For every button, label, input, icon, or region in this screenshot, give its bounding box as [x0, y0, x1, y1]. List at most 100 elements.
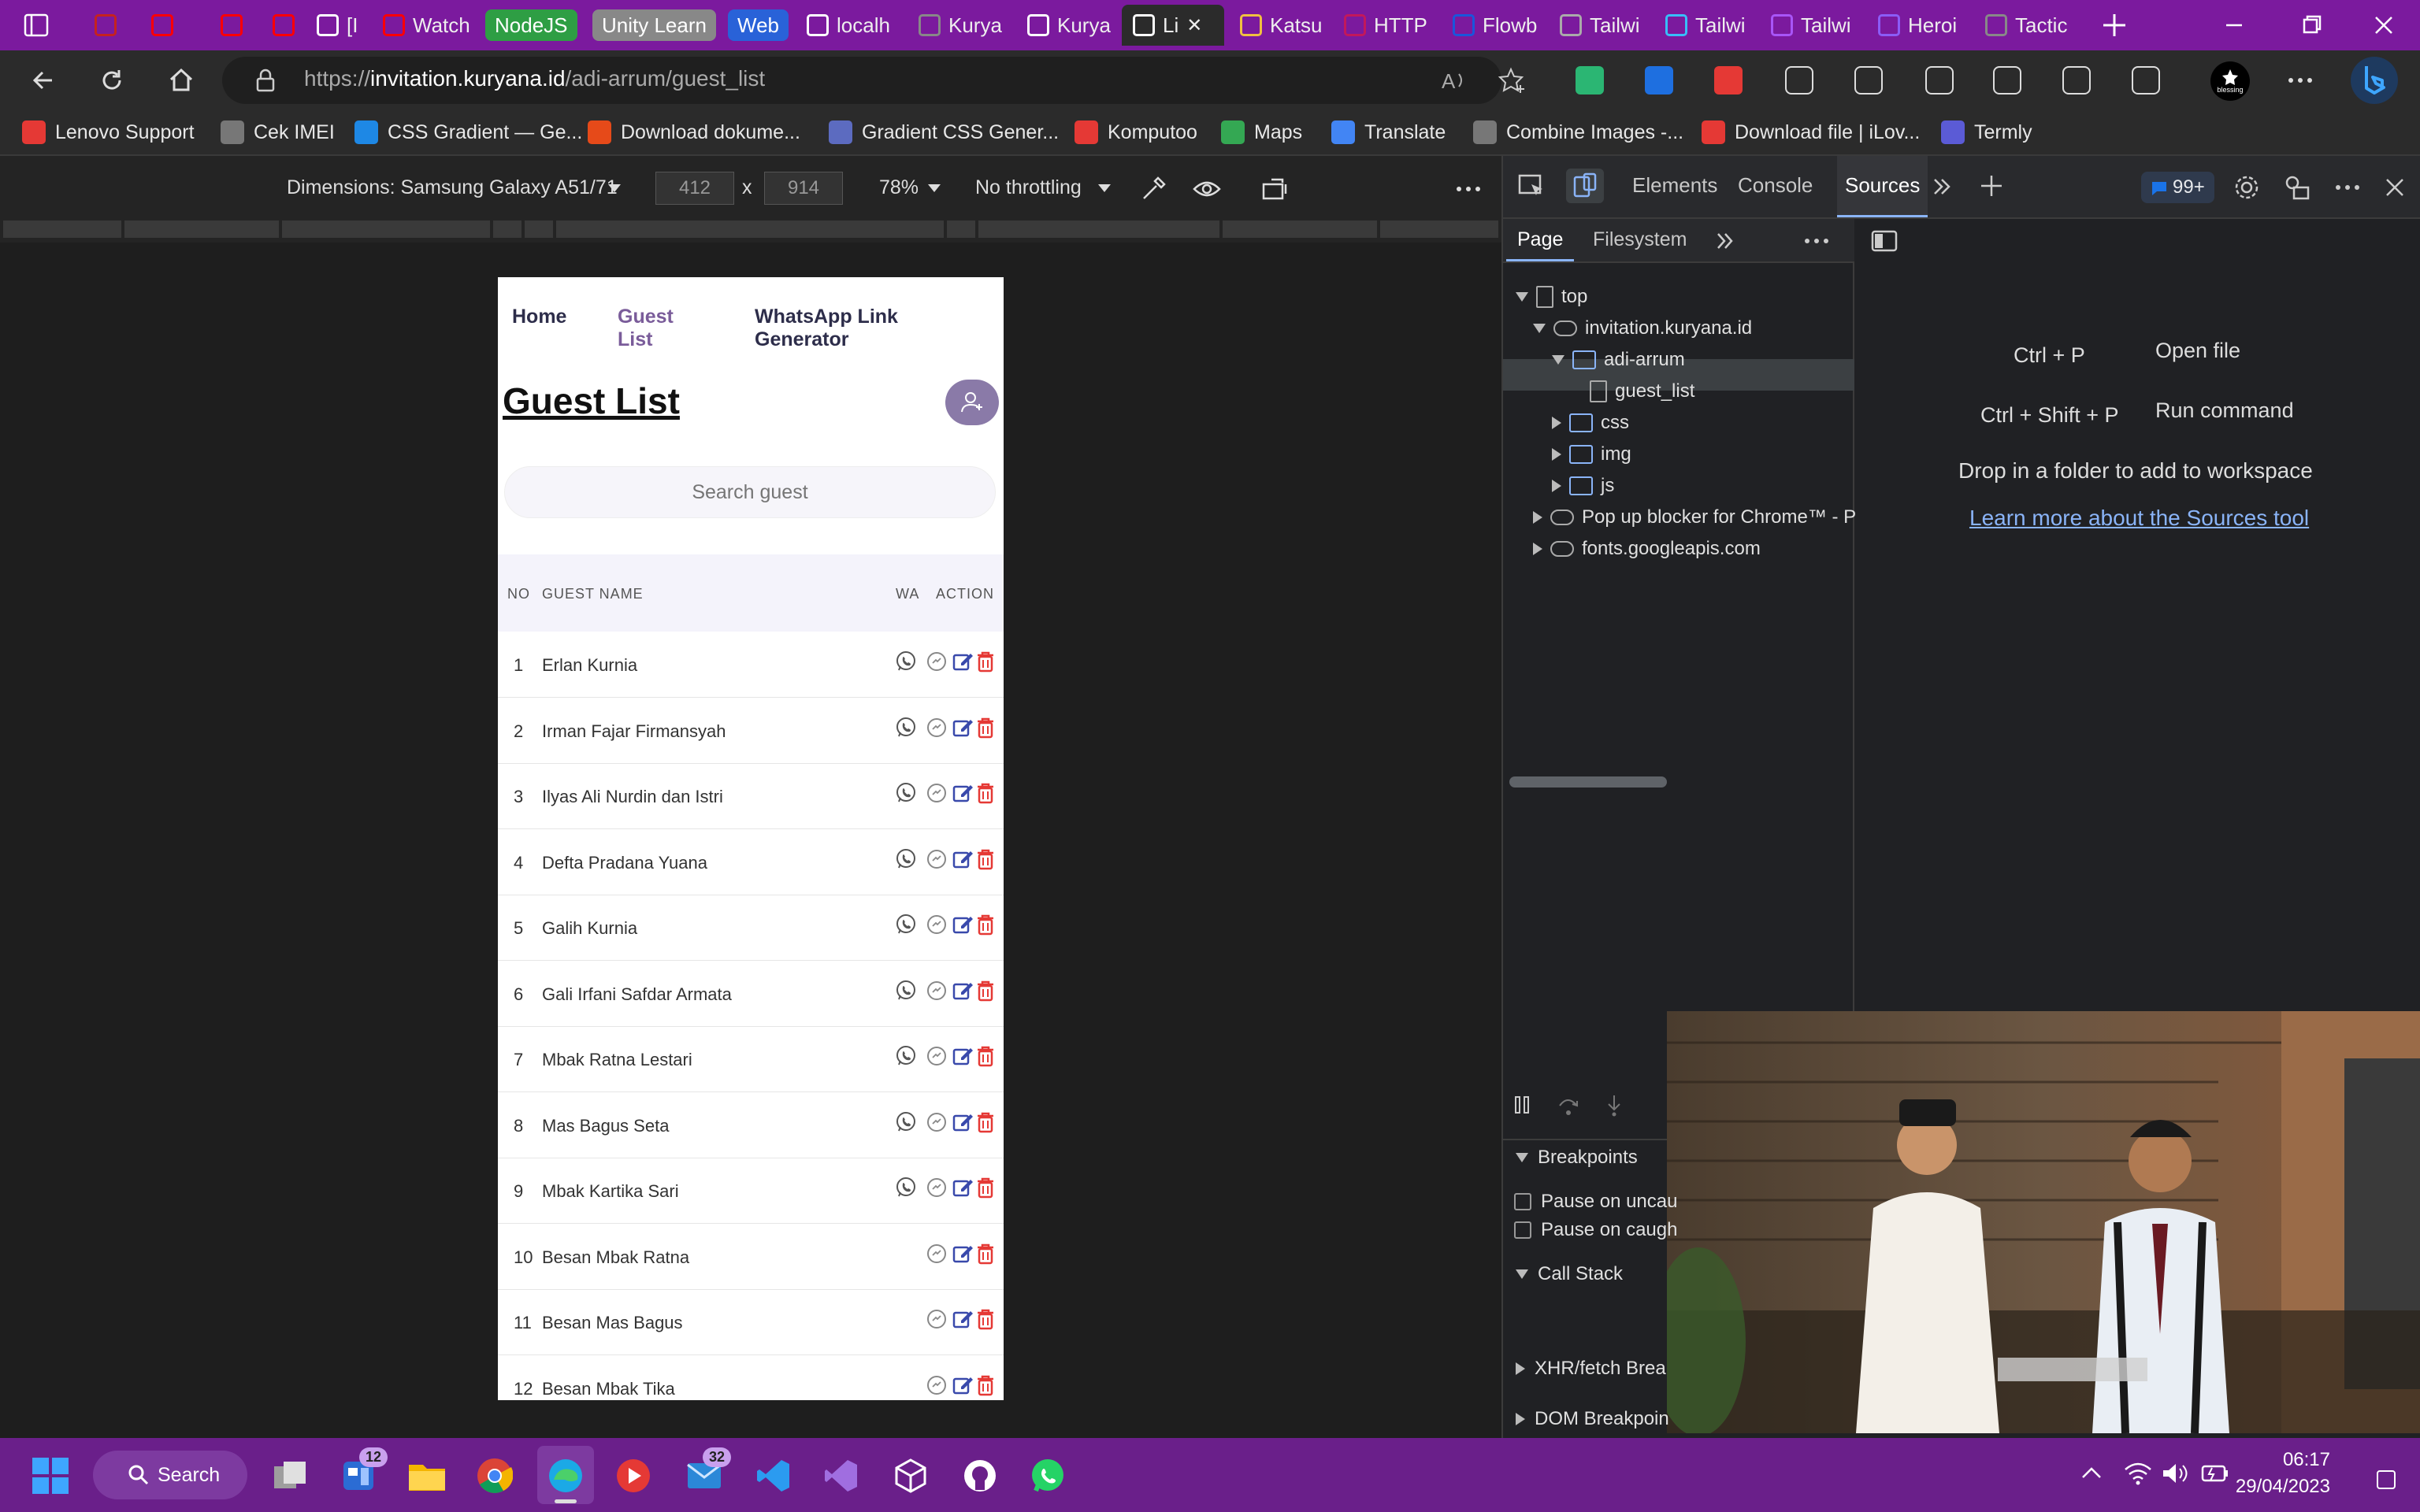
- more-tabs-icon[interactable]: [1930, 175, 1954, 198]
- browser-tab[interactable]: Heroi: [1867, 5, 1969, 46]
- taskbar-search-box[interactable]: Search: [93, 1451, 247, 1499]
- eyedropper-icon[interactable]: [1138, 173, 1169, 205]
- whatsapp-icon[interactable]: [1026, 1454, 1070, 1498]
- performance-icon[interactable]: [2132, 66, 2160, 94]
- browser-tab[interactable]: Kurya: [1016, 5, 1119, 46]
- edit-icon[interactable]: [952, 717, 974, 739]
- bookmark-item[interactable]: Komputoo: [1075, 118, 1197, 146]
- collapsed-arrow-icon[interactable]: [1552, 448, 1561, 461]
- browser-tab[interactable]: [140, 5, 184, 46]
- close-window-icon[interactable]: [2370, 11, 2398, 39]
- device-selector[interactable]: Dimensions: Samsung Galaxy A51/71: [287, 176, 618, 199]
- copy-link-icon[interactable]: [926, 1111, 947, 1133]
- delete-icon[interactable]: [975, 980, 996, 1002]
- width-input[interactable]: 412: [655, 172, 734, 205]
- inspect-element-icon[interactable]: [1517, 172, 1547, 202]
- navigator-more-icon[interactable]: [1802, 232, 1831, 250]
- browser-tab[interactable]: Watch: [372, 5, 473, 46]
- refresh-icon[interactable]: [88, 57, 135, 104]
- bookmark-item[interactable]: Termly: [1941, 118, 2032, 146]
- extension-blue-icon[interactable]: [1645, 66, 1673, 94]
- new-tab-icon[interactable]: [2100, 11, 2129, 39]
- settings-gear-icon[interactable]: [2233, 173, 2261, 202]
- back-icon[interactable]: [19, 57, 66, 104]
- collapsed-arrow-icon[interactable]: [1533, 511, 1542, 524]
- tree-popup-blocker[interactable]: Pop up blocker for Chrome™ - P: [1533, 502, 1856, 532]
- tree-folder-img[interactable]: img: [1552, 439, 1631, 469]
- tree-folder-adi-arrum[interactable]: adi-arrum: [1552, 345, 1685, 375]
- browser-tab[interactable]: Tailwi: [1654, 5, 1757, 46]
- media-query-bar[interactable]: [0, 217, 1501, 243]
- volume-icon[interactable]: [2162, 1462, 2188, 1485]
- edit-icon[interactable]: [952, 1177, 974, 1199]
- devtools-more-icon[interactable]: [2333, 173, 2362, 202]
- edit-icon[interactable]: [952, 1243, 974, 1265]
- browser-tab[interactable]: Kurya: [908, 5, 1008, 46]
- downloads-icon[interactable]: [2062, 66, 2091, 94]
- debugger-section[interactable]: DOM Breakpoin: [1516, 1408, 1669, 1430]
- copy-link-icon[interactable]: [926, 650, 947, 673]
- bookmark-item[interactable]: Translate: [1331, 118, 1446, 146]
- restore-icon[interactable]: [2297, 11, 2325, 39]
- browser-tab[interactable]: localh: [796, 5, 906, 46]
- minimize-icon[interactable]: [2220, 11, 2248, 39]
- bing-chat-icon[interactable]: [2351, 57, 2398, 104]
- nav-whatsapp-generator-link[interactable]: WhatsApp Link Generator: [755, 306, 898, 351]
- delete-icon[interactable]: [975, 1243, 996, 1265]
- extension-adblock-icon[interactable]: [1714, 66, 1743, 94]
- copy-link-icon[interactable]: [926, 848, 947, 870]
- step-into-icon[interactable]: [1602, 1093, 1626, 1117]
- device-more-icon[interactable]: [1454, 175, 1483, 203]
- toggle-sidebar-icon[interactable]: [1870, 228, 1899, 254]
- whatsapp-icon[interactable]: [895, 980, 917, 1002]
- browser-tab[interactable]: [210, 5, 254, 46]
- settings-more-icon[interactable]: [2285, 66, 2316, 94]
- edit-icon[interactable]: [952, 650, 974, 673]
- vision-deficiency-icon[interactable]: [1191, 173, 1223, 205]
- debugger-section[interactable]: Call Stack: [1516, 1263, 1623, 1285]
- whatsapp-icon[interactable]: [895, 782, 917, 804]
- vscode-icon[interactable]: [752, 1454, 796, 1498]
- whatsapp-icon[interactable]: [895, 1111, 917, 1133]
- tree-folder-css[interactable]: css: [1552, 408, 1629, 438]
- debugger-section[interactable]: Breakpoints: [1516, 1147, 1638, 1169]
- close-devtools-icon[interactable]: [2381, 173, 2409, 202]
- close-tab-icon[interactable]: ✕: [1186, 14, 1202, 37]
- video-player-icon[interactable]: [611, 1454, 655, 1498]
- rotate-icon[interactable]: [1260, 173, 1292, 205]
- bookmark-item[interactable]: CSS Gradient — Ge...: [354, 118, 582, 146]
- delete-icon[interactable]: [975, 650, 996, 673]
- edit-icon[interactable]: [952, 1111, 974, 1133]
- whatsapp-icon[interactable]: [895, 914, 917, 936]
- browser-tab[interactable]: [262, 5, 306, 46]
- picture-in-picture-video[interactable]: [1667, 1011, 2420, 1433]
- zoom-dropdown-icon[interactable]: [926, 183, 942, 194]
- zoom-selector[interactable]: 78%: [879, 176, 919, 199]
- collapsed-arrow-icon[interactable]: [1552, 480, 1561, 492]
- browser-tab[interactable]: Flowb: [1442, 5, 1544, 46]
- more-subtabs-icon[interactable]: [1714, 230, 1736, 252]
- copy-link-icon[interactable]: [926, 914, 947, 936]
- edit-icon[interactable]: [952, 782, 974, 804]
- delete-icon[interactable]: [975, 848, 996, 870]
- tab-group-2[interactable]: Web: [728, 9, 789, 41]
- collections-icon[interactable]: [1925, 66, 1954, 94]
- bookmark-item[interactable]: Lenovo Support: [22, 118, 195, 146]
- tree-fonts-googleapis[interactable]: fonts.googleapis.com: [1533, 534, 1761, 564]
- debugger-section[interactable]: Pause on caugh: [1514, 1219, 1677, 1241]
- wifi-icon[interactable]: [2124, 1462, 2152, 1485]
- delete-icon[interactable]: [975, 782, 996, 804]
- delete-icon[interactable]: [975, 1374, 996, 1396]
- nav-guest-list-link[interactable]: Guest List: [618, 306, 674, 351]
- github-desktop-icon[interactable]: [958, 1454, 1002, 1498]
- whatsapp-icon[interactable]: [895, 717, 917, 739]
- browser-tab[interactable]: Tactic: [1974, 5, 2077, 46]
- history-icon[interactable]: [1993, 66, 2021, 94]
- browser-tab[interactable]: [I: [306, 5, 366, 46]
- checkbox[interactable]: [1514, 1221, 1531, 1239]
- visual-studio-icon[interactable]: [819, 1454, 863, 1498]
- customize-icon[interactable]: [2283, 173, 2311, 202]
- throttle-dropdown-icon[interactable]: [1097, 183, 1112, 194]
- browser-tab[interactable]: Li ✕: [1122, 5, 1224, 46]
- bookmark-item[interactable]: Download file | iLov...: [1702, 118, 1920, 146]
